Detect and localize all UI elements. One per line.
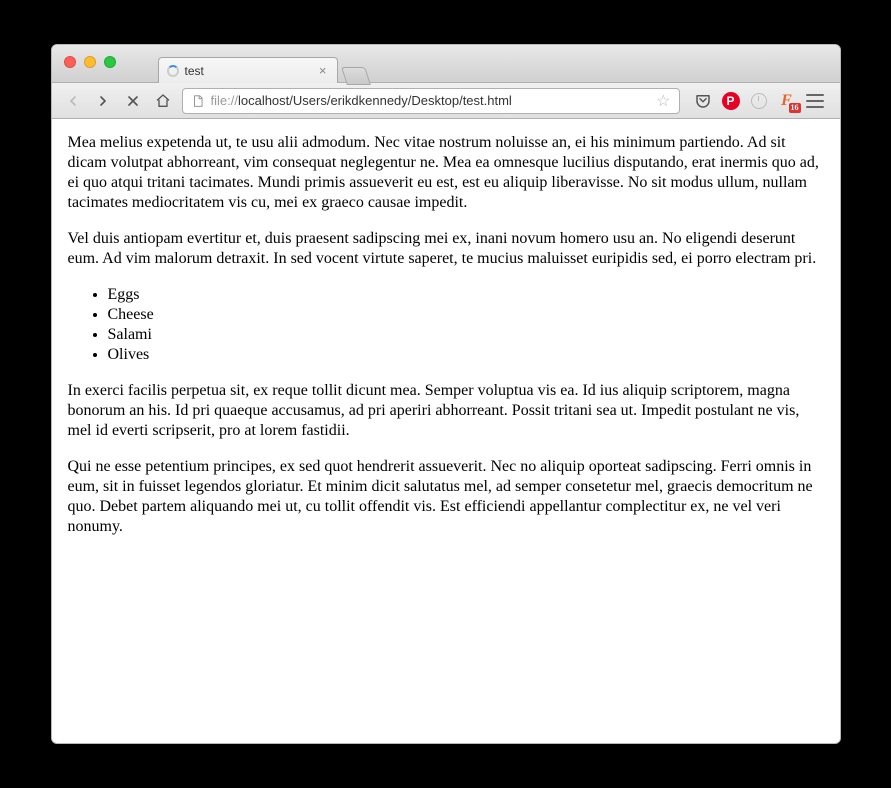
minimize-button[interactable] xyxy=(84,56,96,68)
list-item: Salami xyxy=(108,325,824,345)
forward-button[interactable] xyxy=(92,90,114,112)
pinterest-extension-icon[interactable]: P xyxy=(722,92,740,110)
back-button[interactable] xyxy=(62,90,84,112)
tab-title: test xyxy=(185,64,311,78)
pocket-extension-icon[interactable] xyxy=(694,92,712,110)
file-icon xyxy=(191,94,205,108)
firebug-extension-icon[interactable]: F 16 xyxy=(778,92,796,110)
page-content: Mea melius expetenda ut, te usu alii adm… xyxy=(52,119,840,743)
tab-close-button[interactable]: × xyxy=(317,63,329,78)
browser-window: test × file://localhost/Users/erikdkenne… xyxy=(51,44,841,744)
hamburger-icon xyxy=(806,94,824,108)
new-tab-button[interactable] xyxy=(341,67,371,85)
list-item: Olives xyxy=(108,345,824,365)
address-bar[interactable]: file://localhost/Users/erikdkennedy/Desk… xyxy=(182,88,680,114)
bullet-list: Eggs Cheese Salami Olives xyxy=(68,285,824,365)
toolbar: file://localhost/Users/erikdkennedy/Desk… xyxy=(52,83,840,119)
paragraph: Mea melius expetenda ut, te usu alii adm… xyxy=(68,133,824,213)
bookmark-star-icon[interactable]: ☆ xyxy=(656,91,670,111)
paragraph: In exerci facilis perpetua sit, ex reque… xyxy=(68,381,824,441)
extension-icons: P F 16 xyxy=(688,92,830,110)
paragraph: Vel duis antiopam evertitur et, duis pra… xyxy=(68,229,824,269)
tab-strip: test × xyxy=(158,45,368,82)
list-item: Eggs xyxy=(108,285,824,305)
menu-button[interactable] xyxy=(806,92,824,110)
firebug-badge: 16 xyxy=(789,103,801,113)
clock-extension-icon[interactable] xyxy=(750,92,768,110)
titlebar: test × xyxy=(52,45,840,83)
home-button[interactable] xyxy=(152,90,174,112)
close-button[interactable] xyxy=(64,56,76,68)
paragraph: Qui ne esse petentium principes, ex sed … xyxy=(68,457,824,537)
list-item: Cheese xyxy=(108,305,824,325)
url-text: file://localhost/Users/erikdkennedy/Desk… xyxy=(211,93,651,108)
browser-tab[interactable]: test × xyxy=(158,57,338,83)
loading-spinner-icon xyxy=(167,65,179,77)
stop-button[interactable] xyxy=(122,90,144,112)
maximize-button[interactable] xyxy=(104,56,116,68)
window-controls xyxy=(52,45,128,68)
